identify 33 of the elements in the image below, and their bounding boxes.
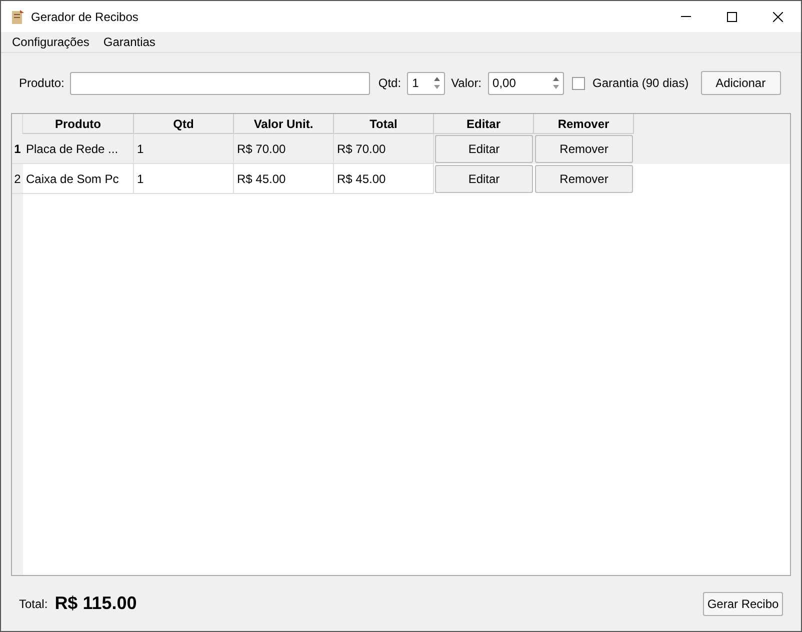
- price-cell: R$ 70.00: [234, 134, 334, 164]
- product-field[interactable]: [70, 72, 370, 94]
- edit-button[interactable]: Editar: [435, 135, 533, 163]
- table-row[interactable]: 1 Placa de Rede ... 1 R$ 70.00 R$ 70.00 Editar Remover: [12, 134, 790, 164]
- generate-receipt-button[interactable]: Gerar Recibo: [703, 592, 783, 616]
- close-icon: [773, 12, 783, 22]
- row-number: 2: [12, 164, 23, 194]
- value-label: Valor:: [451, 75, 482, 92]
- total-value: R$ 115.00: [54, 592, 137, 615]
- total-cell: R$ 45.00: [334, 164, 434, 194]
- product-label: Produto:: [19, 75, 64, 92]
- remove-button[interactable]: Remover: [535, 165, 633, 193]
- minimize-icon: [681, 16, 691, 17]
- total-cell: R$ 70.00: [334, 134, 434, 164]
- value-spinbox[interactable]: 0,00: [488, 72, 564, 94]
- add-button[interactable]: Adicionar: [700, 71, 781, 95]
- product-cell: Placa de Rede ...: [23, 134, 134, 164]
- window-title: Gerador de Recibos: [31, 8, 138, 26]
- product-cell: Caixa de Som Pc: [23, 164, 134, 194]
- qty-cell: 1: [134, 164, 234, 194]
- menu-item[interactable]: Garantias: [103, 33, 156, 51]
- qty-spinbox[interactable]: 1: [407, 72, 446, 94]
- maximize-icon: [727, 12, 737, 22]
- total-label: Total:: [19, 596, 48, 612]
- edit-button[interactable]: Editar: [435, 165, 533, 193]
- menu-item[interactable]: Configurações: [12, 33, 90, 51]
- qty-cell: 1: [134, 134, 234, 164]
- qty-label: Qtd:: [378, 75, 402, 92]
- warranty-label: Garantia (90 dias): [592, 75, 689, 92]
- remove-button[interactable]: Remover: [535, 135, 633, 163]
- app-icon: [11, 8, 25, 24]
- warranty-checkbox[interactable]: [572, 76, 585, 90]
- price-cell: R$ 45.00: [234, 164, 334, 194]
